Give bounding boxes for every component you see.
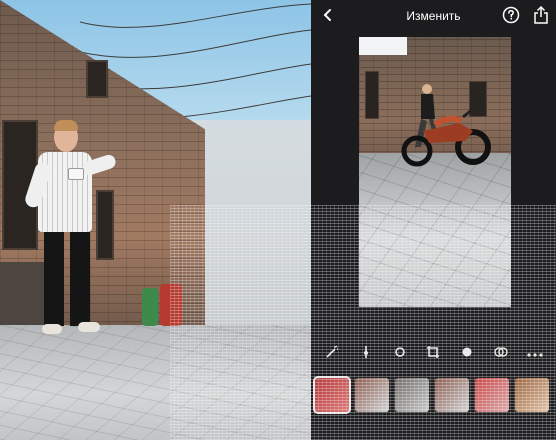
filter-thumbnail[interactable]	[515, 378, 549, 412]
filter-thumbnail[interactable]	[395, 378, 429, 412]
adjust-icon	[359, 345, 373, 364]
filter-thumbnail[interactable]	[435, 378, 469, 412]
preview-window	[365, 71, 379, 119]
background-photo	[0, 0, 311, 440]
crop-icon	[426, 345, 440, 364]
person	[23, 118, 120, 340]
paved-ground	[0, 325, 311, 440]
more-icon	[527, 345, 543, 363]
question-circle-icon	[502, 6, 520, 29]
barrel	[142, 288, 158, 326]
share-button[interactable]	[530, 5, 552, 29]
tool-filters[interactable]	[490, 343, 512, 365]
filter-thumbnail[interactable]	[355, 378, 389, 412]
share-icon	[533, 5, 549, 29]
preview-ground	[359, 153, 511, 307]
tool-light[interactable]	[389, 343, 411, 365]
tool-bar	[321, 340, 546, 368]
barrel	[160, 284, 182, 326]
wand-icon	[325, 345, 339, 364]
light-icon	[392, 344, 408, 365]
top-bar: Изменить	[311, 0, 556, 34]
back-button[interactable]	[317, 6, 339, 28]
preview-sky	[359, 37, 407, 55]
color-dot-icon	[461, 345, 473, 363]
tool-more[interactable]	[524, 343, 546, 365]
filter-thumbnail[interactable]	[475, 378, 509, 412]
help-button[interactable]	[500, 6, 522, 28]
window	[86, 60, 108, 98]
filter-thumbnail[interactable]	[313, 376, 351, 414]
tool-crop[interactable]	[422, 343, 444, 365]
motorcycle-rider	[401, 84, 491, 167]
tool-adjust[interactable]	[355, 343, 377, 365]
chevron-left-icon	[321, 8, 335, 27]
photo-preview[interactable]	[359, 37, 511, 307]
tool-color[interactable]	[456, 343, 478, 365]
photo-editor-screen: Изменить	[311, 0, 556, 440]
filters-icon	[493, 344, 509, 365]
tool-wand[interactable]	[321, 343, 343, 365]
filter-strip	[313, 376, 552, 416]
screen-title: Изменить	[406, 9, 461, 23]
